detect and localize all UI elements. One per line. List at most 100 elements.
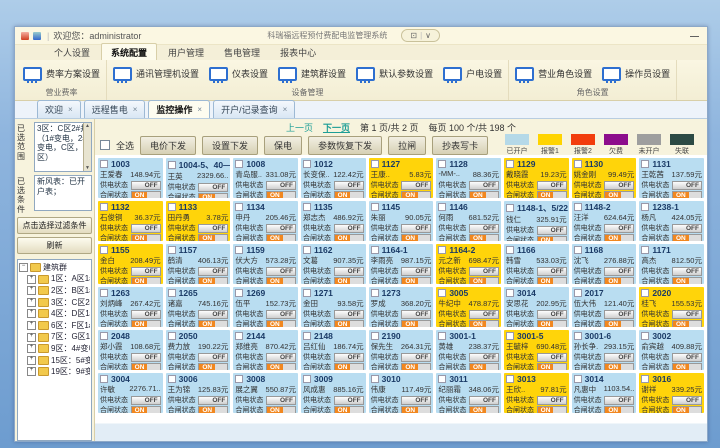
switch-toggle[interactable]: ON <box>469 406 499 414</box>
switch-toggle[interactable]: ON <box>198 363 228 371</box>
ribbon-tab[interactable]: 售电管理 <box>215 44 269 60</box>
cell-checkbox[interactable] <box>168 289 176 297</box>
supply-toggle[interactable]: OFF <box>672 267 702 276</box>
switch-toggle[interactable]: ON <box>131 406 161 414</box>
supply-toggle[interactable]: OFF <box>672 310 702 319</box>
switch-toggle[interactable]: ON <box>401 191 431 199</box>
close-icon[interactable]: × <box>68 105 73 114</box>
supply-toggle[interactable]: OFF <box>198 267 228 276</box>
supply-toggle[interactable]: OFF <box>469 396 499 405</box>
ribbon-button[interactable]: 默认参数设置 <box>354 65 435 83</box>
switch-toggle[interactable]: ON <box>672 363 702 371</box>
expand-icon[interactable]: + <box>27 356 36 365</box>
supply-toggle[interactable]: OFF <box>537 310 567 319</box>
ribbon-button[interactable]: 营业角色设置 <box>513 65 594 83</box>
supply-toggle[interactable]: OFF <box>469 267 499 276</box>
cell-checkbox[interactable] <box>438 160 446 168</box>
cell-checkbox[interactable] <box>438 289 446 297</box>
cell-checkbox[interactable] <box>641 375 649 383</box>
switch-toggle[interactable]: ON <box>604 363 634 371</box>
supply-toggle[interactable]: OFF <box>266 353 296 362</box>
tree-item[interactable]: + 6区：F区1#井 (F <box>19 320 90 332</box>
switch-toggle[interactable]: ON <box>334 234 364 242</box>
supply-toggle[interactable]: OFF <box>266 181 296 190</box>
expand-icon[interactable]: + <box>27 321 36 330</box>
cell-checkbox[interactable] <box>168 203 176 211</box>
tree-item[interactable]: + 1区：A区1#井 <box>19 273 90 285</box>
supply-toggle[interactable]: OFF <box>604 396 634 405</box>
close-icon[interactable]: × <box>197 105 202 114</box>
supply-toggle[interactable]: OFF <box>604 310 634 319</box>
supply-toggle[interactable]: OFF <box>266 310 296 319</box>
switch-toggle[interactable]: ON <box>537 320 567 328</box>
cell-checkbox[interactable] <box>235 160 243 168</box>
switch-toggle[interactable]: ON <box>469 363 499 371</box>
cell-checkbox[interactable] <box>641 289 649 297</box>
next-page-link[interactable]: 下一页 <box>323 121 350 134</box>
cell-checkbox[interactable] <box>303 160 311 168</box>
action-button[interactable]: 参数恢复下发 <box>308 136 382 155</box>
cell-checkbox[interactable] <box>100 160 108 168</box>
cell-checkbox[interactable] <box>371 160 379 168</box>
tree-item[interactable]: + 2区：B区1#井(B区 <box>19 285 90 297</box>
supply-toggle[interactable]: OFF <box>672 353 702 362</box>
cell-checkbox[interactable] <box>235 246 243 254</box>
supply-toggle[interactable]: OFF <box>131 310 161 319</box>
supply-toggle[interactable]: OFF <box>604 224 634 233</box>
scroll-down-icon[interactable]: ▼ <box>85 165 90 171</box>
expand-icon[interactable]: + <box>27 344 36 353</box>
listbox-scrollbar[interactable]: ▲▼ <box>83 123 91 171</box>
choose-filter-button[interactable]: 点击选择过滤条件 <box>17 217 92 234</box>
supply-toggle[interactable]: OFF <box>198 396 228 405</box>
cell-checkbox[interactable] <box>235 203 243 211</box>
cell-checkbox[interactable] <box>303 203 311 211</box>
switch-toggle[interactable]: ON <box>469 320 499 328</box>
switch-toggle[interactable]: ON <box>537 236 567 242</box>
switch-toggle[interactable]: ON <box>537 191 567 199</box>
supply-toggle[interactable]: OFF <box>334 396 364 405</box>
switch-toggle[interactable]: ON <box>131 363 161 371</box>
ribbon-button[interactable]: 通讯管理机设置 <box>111 65 201 83</box>
supply-toggle[interactable]: OFF <box>537 353 567 362</box>
cell-checkbox[interactable] <box>235 332 243 340</box>
action-button[interactable]: 保电 <box>264 136 302 155</box>
cell-checkbox[interactable] <box>506 246 514 254</box>
action-button[interactable]: 抄表写卡 <box>432 136 488 155</box>
cell-checkbox[interactable] <box>438 246 446 254</box>
switch-toggle[interactable]: ON <box>198 277 228 285</box>
expand-icon[interactable]: + <box>27 298 36 307</box>
cell-checkbox[interactable] <box>303 289 311 297</box>
supply-toggle[interactable]: OFF <box>401 181 431 190</box>
cell-checkbox[interactable] <box>574 203 582 211</box>
cell-checkbox[interactable] <box>100 289 108 297</box>
ribbon-button[interactable]: 户电设置 <box>441 65 504 83</box>
switch-toggle[interactable]: ON <box>266 191 296 199</box>
expand-icon[interactable]: ⊡ <box>410 31 417 40</box>
switch-toggle[interactable]: ON <box>334 363 364 371</box>
supply-toggle[interactable]: OFF <box>266 267 296 276</box>
supply-toggle[interactable]: OFF <box>131 267 161 276</box>
supply-toggle[interactable]: OFF <box>469 353 499 362</box>
switch-toggle[interactable]: ON <box>537 363 567 371</box>
supply-toggle[interactable]: OFF <box>672 396 702 405</box>
supply-toggle[interactable]: OFF <box>131 396 161 405</box>
ribbon-tab[interactable]: 用户管理 <box>159 44 213 60</box>
collapse-icon[interactable]: − <box>19 263 28 272</box>
supply-toggle[interactable]: OFF <box>198 224 228 233</box>
doc-tab[interactable]: 欢迎 × <box>37 100 81 118</box>
cell-checkbox[interactable] <box>168 161 176 169</box>
cell-checkbox[interactable] <box>641 203 649 211</box>
switch-toggle[interactable]: ON <box>672 234 702 242</box>
switch-toggle[interactable]: ON <box>198 320 228 328</box>
supply-toggle[interactable]: OFF <box>401 267 431 276</box>
cell-checkbox[interactable] <box>168 375 176 383</box>
cell-checkbox[interactable] <box>371 289 379 297</box>
supply-toggle[interactable]: OFF <box>131 353 161 362</box>
switch-toggle[interactable]: ON <box>401 406 431 414</box>
ribbon-button[interactable]: 建筑群设置 <box>276 65 348 83</box>
supply-toggle[interactable]: OFF <box>672 224 702 233</box>
supply-toggle[interactable]: OFF <box>334 353 364 362</box>
supply-toggle[interactable]: OFF <box>401 310 431 319</box>
doc-tab[interactable]: 监控操作 × <box>148 100 210 118</box>
expand-icon[interactable]: + <box>27 309 36 318</box>
